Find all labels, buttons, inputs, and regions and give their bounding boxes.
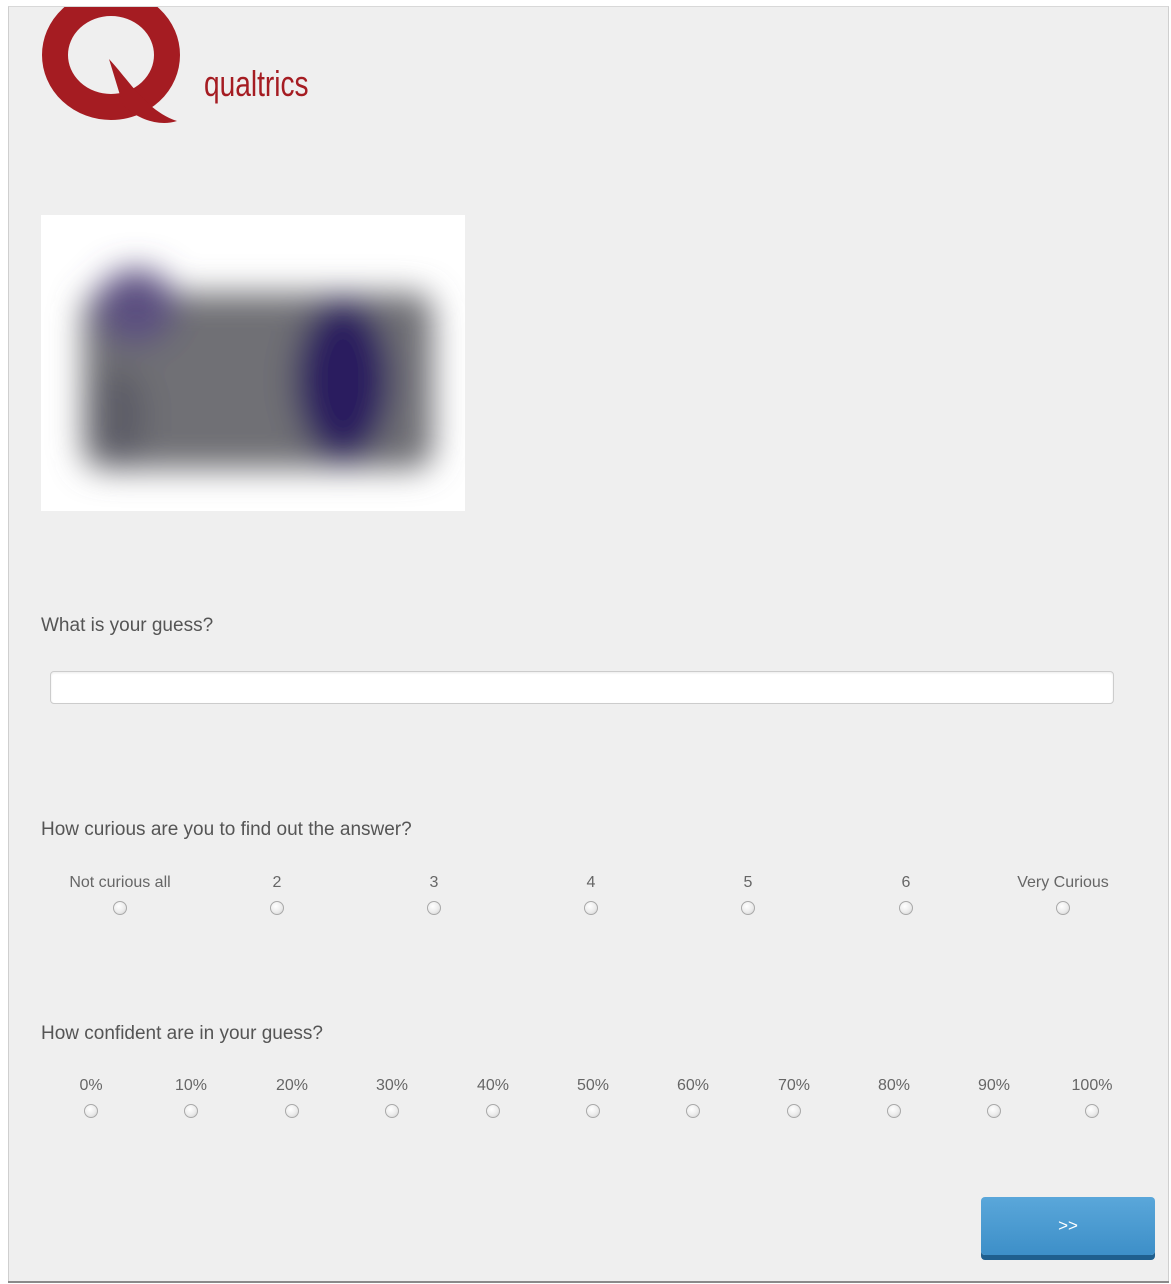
radio-button[interactable] [1085,1104,1099,1118]
radio-button[interactable] [584,901,598,915]
logo-wordmark: qualtrics [204,63,309,104]
confidence-scale: 0% 10% 20% 30% 40% 50% 60% 70% 80% 90% 1… [41,1076,1141,1126]
stimulus-image [41,215,465,511]
next-button[interactable]: >> [981,1197,1155,1255]
choice-label: Not curious all [69,874,171,891]
radio-button[interactable] [1056,901,1070,915]
choice-label: 6 [901,874,911,891]
curiosity-choice-3[interactable]: 3 [374,873,494,915]
choice-label: Very Curious [1017,874,1109,891]
radio-button[interactable] [486,1104,500,1118]
radio-button[interactable] [270,901,284,915]
q1-question-text: What is your guess? [41,615,214,636]
curiosity-choice-7[interactable]: Very Curious [1003,873,1123,915]
radio-button[interactable] [427,901,441,915]
radio-button[interactable] [899,901,913,915]
bottom-border [8,1281,1169,1283]
curiosity-scale: Not curious all 2 3 4 5 6 Very Curious [41,873,1141,923]
radio-button[interactable] [84,1104,98,1118]
blurred-image-icon [83,269,433,469]
choice-label: 2 [272,874,282,891]
survey-page: qualtrics What is your guess? How curiou… [8,6,1169,1282]
choice-label: 3 [429,874,439,891]
q3-question-text: How confident are in your guess? [41,1023,323,1044]
curiosity-choice-6[interactable]: 6 [846,873,966,915]
choice-label: 100% [1071,1077,1113,1094]
radio-button[interactable] [113,901,127,915]
choice-label: 5 [743,874,753,891]
curiosity-choice-4[interactable]: 4 [531,873,651,915]
radio-button[interactable] [586,1104,600,1118]
curiosity-choice-5[interactable]: 5 [688,873,808,915]
guess-input[interactable] [50,671,1114,704]
q-logo-icon [42,7,180,124]
radio-button[interactable] [285,1104,299,1118]
confidence-choice-100[interactable]: 100% [1032,1076,1152,1118]
q2-question-text: How curious are you to find out the answ… [41,819,412,840]
radio-button[interactable] [741,901,755,915]
choice-label: 4 [586,874,596,891]
qualtrics-logo: qualtrics [39,7,309,135]
radio-button[interactable] [686,1104,700,1118]
radio-button[interactable] [184,1104,198,1118]
radio-button[interactable] [887,1104,901,1118]
curiosity-choice-1[interactable]: Not curious all [60,873,180,915]
radio-button[interactable] [385,1104,399,1118]
radio-button[interactable] [987,1104,1001,1118]
curiosity-choice-2[interactable]: 2 [217,873,337,915]
radio-button[interactable] [787,1104,801,1118]
